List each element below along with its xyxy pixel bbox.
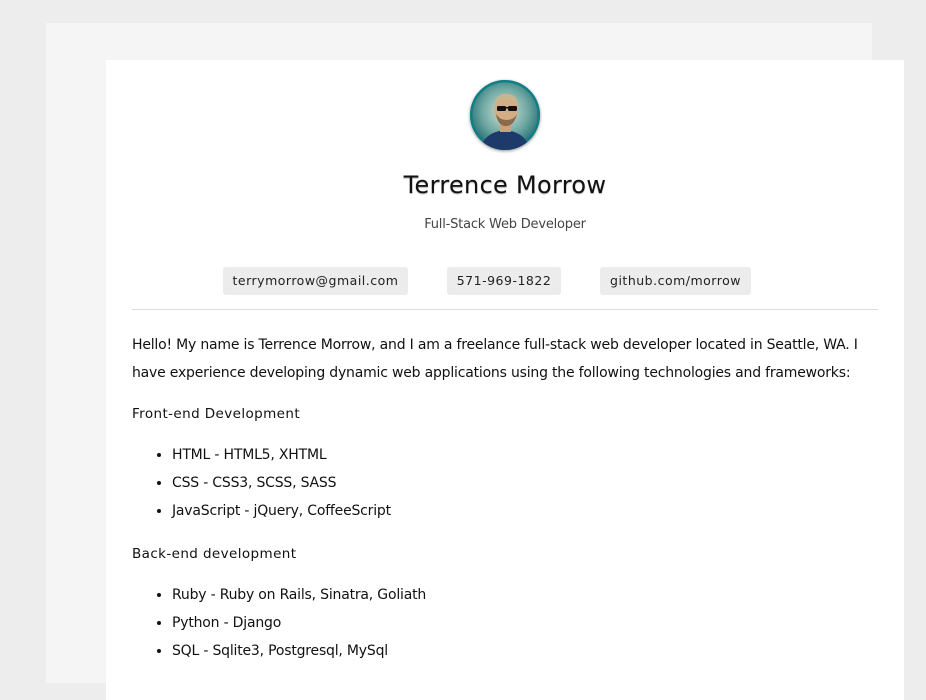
list-item: JavaScript - jQuery, CoffeeScript xyxy=(172,497,391,525)
list-item: Python - Django xyxy=(172,609,426,637)
divider xyxy=(132,309,878,310)
avatar-photo xyxy=(470,80,540,150)
email-link[interactable]: terrymorrow@gmail.com xyxy=(223,267,408,295)
list-item: SQL - Sqlite3, Postgresql, MySql xyxy=(172,637,426,665)
page-wrapper: Terrence Morrow Full-Stack Web Developer… xyxy=(46,23,904,700)
skill-list-back-end: Ruby - Ruby on Rails, Sinatra, Goliath P… xyxy=(132,581,426,665)
intro-paragraph: Hello! My name is Terrence Morrow, and I… xyxy=(132,337,858,381)
list-item: Ruby - Ruby on Rails, Sinatra, Goliath xyxy=(172,581,426,609)
skill-list-front-end: HTML - HTML5, XHTML CSS - CSS3, SCSS, SA… xyxy=(132,441,391,525)
section-title-back-end: Back-end development xyxy=(132,546,297,562)
resume-card: Terrence Morrow Full-Stack Web Developer… xyxy=(106,60,904,700)
profile-role: Full-Stack Web Developer xyxy=(424,217,586,232)
github-link[interactable]: github.com/morrow xyxy=(600,267,751,295)
list-item: CSS - CSS3, SCSS, SASS xyxy=(172,469,391,497)
list-item: HTML - HTML5, XHTML xyxy=(172,441,391,469)
avatar xyxy=(470,80,540,150)
section-title-front-end: Front-end Development xyxy=(132,406,301,422)
phone-link[interactable]: 571-969-1822 xyxy=(447,267,561,295)
profile-name: Terrence Morrow xyxy=(403,171,607,199)
